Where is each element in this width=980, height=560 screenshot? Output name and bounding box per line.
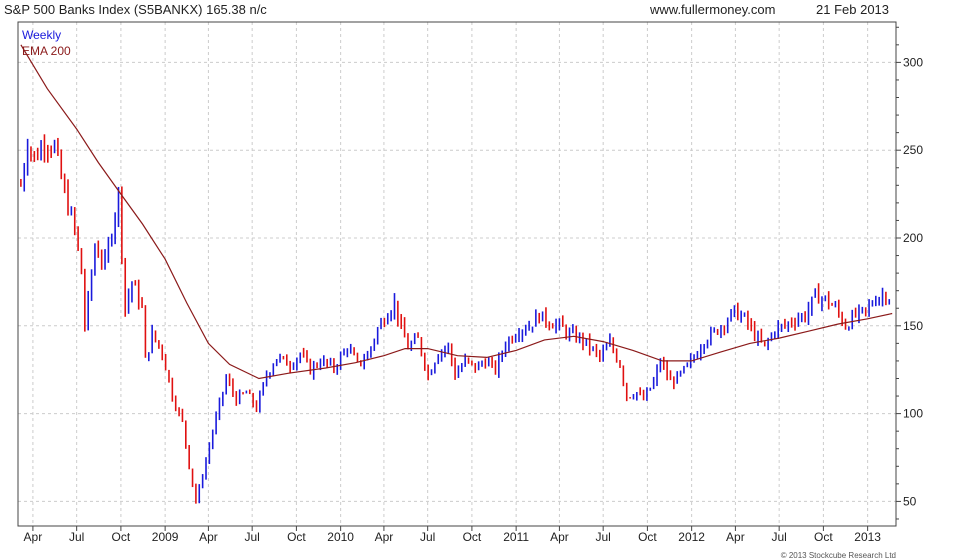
x-tick-label: Jul — [244, 530, 259, 544]
legend-ema: EMA 200 — [22, 44, 71, 58]
x-tick-label: Apr — [550, 530, 569, 544]
legend-weekly: Weekly — [22, 28, 62, 42]
x-tick-label: 2012 — [678, 530, 705, 544]
y-tick-label: 100 — [903, 407, 923, 421]
x-tick-label: Apr — [375, 530, 394, 544]
y-tick-label: 50 — [903, 494, 917, 508]
chart-root: S&P 500 Banks Index (S5BANKX) 165.38 n/c… — [0, 0, 980, 560]
y-tick-label: 250 — [903, 143, 923, 157]
x-tick-label: Oct — [112, 530, 131, 544]
x-tick-label: Jul — [420, 530, 435, 544]
y-tick-label: 300 — [903, 55, 923, 69]
x-tick-label: Oct — [463, 530, 482, 544]
x-tick-label: 2013 — [854, 530, 881, 544]
x-tick-label: 2010 — [327, 530, 354, 544]
copyright-note: © 2013 Stockcube Research Ltd — [780, 551, 896, 560]
x-tick-label: Jul — [771, 530, 786, 544]
y-tick-label: 150 — [903, 319, 923, 333]
x-tick-label: Apr — [24, 530, 43, 544]
price-chart: 50 100 150 200 250 300 Apr Jul Oct 2009 Apr Jul Oct 2… — [17, 21, 923, 544]
y-tick-label: 200 — [903, 231, 923, 245]
x-tick-label: Oct — [814, 530, 833, 544]
x-tick-label: Oct — [287, 530, 306, 544]
x-tick-label: Oct — [638, 530, 657, 544]
x-tick-label: Jul — [596, 530, 611, 544]
x-tick-label: Jul — [69, 530, 84, 544]
x-tick-label: Apr — [726, 530, 745, 544]
plot-frame — [17, 21, 897, 527]
x-tick-label: 2009 — [152, 530, 179, 544]
x-tick-label: 2011 — [503, 530, 529, 544]
x-tick-label: Apr — [199, 530, 218, 544]
